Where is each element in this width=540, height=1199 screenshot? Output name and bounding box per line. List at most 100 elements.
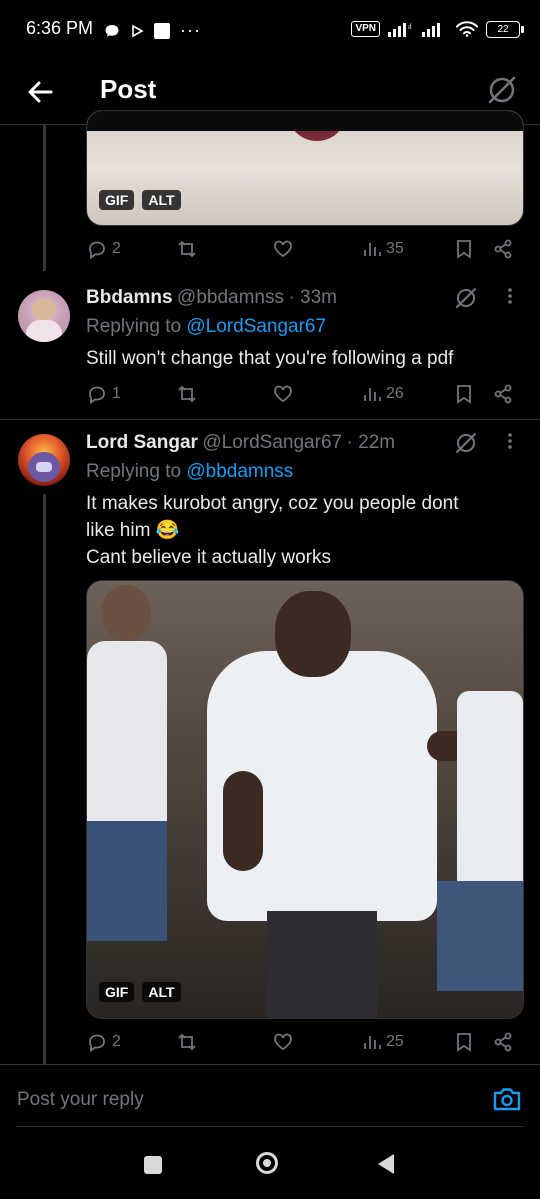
grok-icon [488,76,516,104]
back-nav-button[interactable] [376,1152,396,1181]
share-button[interactable] [492,238,514,260]
status-time: 6:36 PM [26,18,94,38]
repost-button[interactable] [176,383,198,405]
bookmark-icon [457,1033,471,1052]
back-triangle-icon [378,1154,394,1174]
bookmark-icon [457,385,471,404]
heart-icon [274,240,292,258]
tweet-actions: 2 25 [86,1029,522,1057]
grok-icon [456,288,476,308]
reply-icon [89,1034,105,1053]
user-handle[interactable]: @bbdamnss [177,287,284,308]
tweet-time: · 33m [288,287,338,308]
thread-connector-line [43,125,46,271]
tweet-text: It makes kurobot angry, coz you people d… [86,490,458,571]
tweet-media-gif[interactable]: GIF ALT [86,580,524,1019]
views-count: 25 [386,1033,404,1050]
more-options-button[interactable] [505,284,515,314]
tweet-text-line: like him 😂 [86,520,180,541]
mention-link[interactable]: @bbdamnss [186,461,293,482]
reply-count: 2 [112,1033,121,1050]
gif-figure-left [87,641,167,831]
like-button[interactable] [272,238,294,260]
recents-button[interactable] [144,1156,162,1174]
avatar-bbdamns[interactable] [18,290,70,342]
repost-button[interactable] [176,1031,198,1053]
camera-button[interactable] [492,1085,522,1118]
share-button[interactable] [492,383,514,405]
tweet-header: Lord Sangar @LordSangar67 · 22m [86,432,395,454]
divider [0,419,540,420]
page-title: Post [100,74,157,104]
reply-button[interactable]: 2 [86,238,121,260]
back-arrow-icon [28,81,53,103]
reply-icon [89,241,105,260]
alt-badge[interactable]: ALT [142,982,181,1002]
gif-figure-left-head [101,585,151,641]
wifi-icon [456,21,478,37]
share-icon [494,1032,512,1052]
grok-button[interactable] [484,72,520,108]
views-button[interactable]: 35 [362,238,404,260]
tweet-text-line: Cant believe it actually works [86,547,331,568]
reply-count: 2 [112,240,121,257]
tweet-header: Bbdamns @bbdamnss · 33m [86,287,337,309]
more-options-button[interactable] [505,429,515,459]
share-button[interactable] [492,1031,514,1053]
reply-button[interactable]: 1 [86,383,121,405]
camera-icon [493,1088,521,1111]
gif-figure-main-legs [267,911,377,1018]
tweet-text: Still won't change that you're following… [86,348,454,369]
gif-figure-main-head [275,591,351,677]
grok-icon [456,433,476,453]
views-icon [364,388,381,401]
tweet-media-gif[interactable]: GIF ALT [86,110,524,226]
mention-link[interactable]: @LordSangar67 [186,316,326,337]
reply-input[interactable]: Post your reply [17,1089,144,1111]
bookmark-button[interactable] [454,383,474,405]
avatar-detail [32,298,56,320]
alt-badge[interactable]: ALT [142,190,181,210]
reply-underline [16,1126,524,1127]
gif-figure-right-legs [437,881,523,991]
repost-icon [178,240,196,258]
tweet-actions: 2 35 [86,236,522,264]
views-icon [364,1036,381,1049]
grok-explain-button[interactable] [452,429,480,462]
replying-to-line: Replying to @bbdamnss [86,461,293,483]
grok-explain-button[interactable] [452,284,480,317]
more-vertical-icon [508,288,512,304]
display-name[interactable]: Lord Sangar [86,432,198,453]
like-button[interactable] [272,1031,294,1053]
gif-frame-top [87,111,523,131]
views-button[interactable]: 26 [362,383,404,405]
reply-button[interactable]: 2 [86,1031,121,1053]
gif-figure-left-legs [87,821,167,941]
home-button[interactable] [256,1152,278,1174]
status-bar: 6:36 PM ··· VPN ıl 22 [0,0,540,60]
back-button[interactable] [22,72,62,112]
system-nav-bar [0,1130,540,1199]
tweet-time: · 22m [346,432,396,453]
replying-to-label: Replying to [86,316,187,337]
views-count: 35 [386,240,404,257]
replying-to-label: Replying to [86,461,187,482]
gif-badge: GIF [99,982,135,1002]
signal-icon: ıl [388,23,412,37]
repost-icon [178,385,196,403]
heart-icon [274,385,292,403]
display-name[interactable]: Bbdamns [86,287,173,308]
chat-bubble-icon [105,24,119,37]
bookmark-button[interactable] [454,238,474,260]
avatar-lord-sangar[interactable] [18,434,70,486]
home-dot [263,1159,271,1167]
repost-button[interactable] [176,238,198,260]
views-button[interactable]: 25 [362,1031,404,1053]
gif-badge: GIF [99,190,135,210]
heart-icon [274,1033,292,1051]
user-handle[interactable]: @LordSangar67 [202,432,342,453]
like-button[interactable] [272,383,294,405]
bookmark-button[interactable] [454,1031,474,1053]
reply-icon [89,386,105,405]
replying-to-line: Replying to @LordSangar67 [86,316,326,338]
